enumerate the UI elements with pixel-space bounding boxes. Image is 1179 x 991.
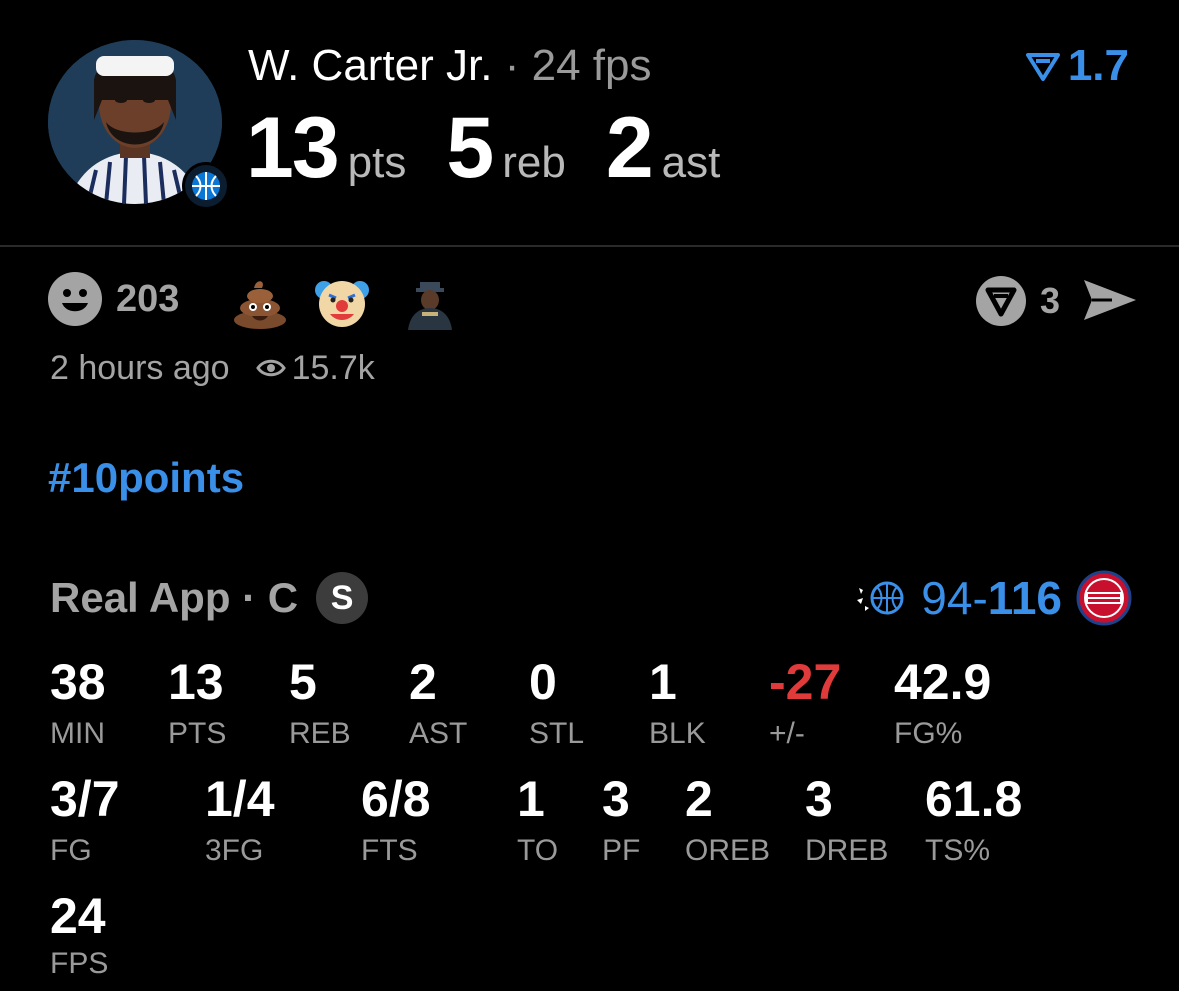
- player-fps: 24 fps: [531, 41, 652, 90]
- stat-plus-minus-value: -27: [769, 654, 842, 710]
- pistons-logo-icon: [1076, 570, 1132, 626]
- rating-icon: [1025, 53, 1060, 81]
- stat-fg-pct-label: FG%: [894, 717, 963, 750]
- stat-oreb: 2 OREB: [685, 771, 770, 869]
- stat-reb-label: REB: [289, 717, 351, 750]
- source-label: Real App · C S: [50, 570, 369, 626]
- post-time: 2 hours ago: [50, 348, 230, 387]
- stat-min-value: 38: [50, 654, 106, 710]
- stat-fts: 6/8 FTS: [361, 771, 431, 869]
- stat-pts-label: PTS: [168, 717, 227, 750]
- stat-fts-value: 6/8: [361, 771, 431, 827]
- title-separator: ·: [504, 41, 520, 90]
- stat-oreb-label: OREB: [685, 834, 771, 867]
- stat-stl: 0 STL: [529, 654, 584, 752]
- post-meta: 2 hours ago 15.7k: [50, 346, 375, 390]
- game-info: Real App · C S 94- 116: [48, 570, 1132, 626]
- stat-fg-label: FG: [50, 834, 92, 867]
- stat-3fg-label: 3FG: [205, 834, 264, 867]
- stat-pts-value: 13: [168, 654, 224, 710]
- headline-reb-label: reb: [502, 138, 566, 187]
- stat-to-label: TO: [517, 834, 559, 867]
- comments-button[interactable]: 3: [974, 274, 1060, 328]
- stats-row-3: 24 FPS: [0, 888, 1179, 988]
- stat-fg-pct-value: 42.9: [894, 654, 992, 710]
- score-away: 94-: [921, 572, 988, 624]
- stat-3fg: 1/4 3FG: [205, 771, 275, 869]
- hashtag-link[interactable]: #10points: [48, 450, 244, 506]
- stat-pts: 13 PTS: [168, 654, 226, 752]
- stat-pf: 3 PF: [602, 771, 640, 869]
- stat-oreb-value: 2: [685, 771, 713, 827]
- stat-to-value: 1: [517, 771, 545, 827]
- reaction-count: 203: [116, 278, 180, 320]
- player-name[interactable]: W. Carter Jr.: [248, 41, 492, 90]
- stat-fps-value: 24: [50, 888, 106, 944]
- headline-ast-value: 2: [605, 100, 654, 196]
- poop-emoji-reaction[interactable]: [232, 274, 288, 330]
- stat-stl-value: 0: [529, 654, 557, 710]
- headline-reb-value: 5: [446, 100, 494, 196]
- stat-ast-label: AST: [409, 717, 468, 750]
- header-divider: [0, 245, 1179, 247]
- source-text: Real App · C: [50, 574, 299, 621]
- stat-fps-label: FPS: [50, 947, 109, 980]
- headline-pts-label: pts: [347, 138, 407, 187]
- stat-blk-value: 1: [649, 654, 677, 710]
- magic-logo-icon: [855, 578, 907, 618]
- stat-fts-label: FTS: [361, 834, 418, 867]
- stat-blk: 1 BLK: [649, 654, 706, 752]
- stat-fg: 3/7 FG: [50, 771, 120, 869]
- stat-blk-label: BLK: [649, 717, 706, 750]
- position-badge: S: [316, 572, 369, 624]
- stat-3fg-value: 1/4: [205, 771, 275, 827]
- view-count: 15.7k: [291, 348, 375, 387]
- stat-min-label: MIN: [50, 717, 105, 750]
- clown-emoji-reaction[interactable]: [314, 274, 370, 330]
- add-reaction-smiley-icon[interactable]: [48, 272, 102, 326]
- stat-fps: 24 FPS: [50, 888, 108, 982]
- player-header: W. Carter Jr. · 24 fps 13 pts 5 reb 2 as…: [0, 0, 1179, 246]
- eye-icon: [255, 357, 286, 379]
- stat-to: 1 TO: [517, 771, 558, 869]
- sticker-reaction[interactable]: [402, 274, 458, 330]
- stat-ast-value: 2: [409, 654, 437, 710]
- stat-ts-pct-value: 61.8: [925, 771, 1023, 827]
- stat-fg-pct: 42.9 FG%: [894, 654, 991, 752]
- stat-ts-pct-label: TS%: [925, 834, 991, 867]
- score-home: 116: [987, 572, 1062, 624]
- headline-pts-value: 13: [246, 100, 340, 196]
- stat-reb-value: 5: [289, 654, 317, 710]
- stat-dreb: 3 DREB: [805, 771, 888, 869]
- share-button[interactable]: [1082, 276, 1138, 329]
- player-title: W. Carter Jr. · 24 fps: [248, 40, 651, 92]
- stats-row-2: 3/7 FG 1/4 3FG 6/8 FTS 1 TO 3 PF 2 OREB …: [0, 771, 1179, 871]
- reaction-bar: 203 3: [48, 270, 1138, 330]
- headline-stats: 13 pts 5 reb 2 ast: [246, 100, 760, 196]
- comment-count: 3: [1039, 280, 1060, 321]
- stat-fg-value: 3/7: [50, 771, 120, 827]
- headline-ast-label: ast: [661, 138, 721, 187]
- stat-pf-value: 3: [602, 771, 630, 827]
- stat-ts-pct: 61.8 TS%: [925, 771, 1022, 869]
- stat-pf-label: PF: [602, 834, 641, 867]
- stat-dreb-label: DREB: [805, 834, 889, 867]
- stat-min: 38 MIN: [50, 654, 106, 752]
- stats-row-1: 38 MIN 13 PTS 5 REB 2 AST 0 STL 1 BLK -2…: [0, 654, 1179, 754]
- rating-value: 1.7: [1067, 41, 1129, 90]
- magic-team-logo-icon: [182, 162, 230, 210]
- stat-ast: 2 AST: [409, 654, 467, 752]
- stat-stl-label: STL: [529, 717, 585, 750]
- stat-plus-minus: -27 +/-: [769, 654, 841, 752]
- rating-badge[interactable]: 1.7: [1025, 40, 1129, 92]
- stat-reb: 5 REB: [289, 654, 351, 752]
- send-icon: [1084, 280, 1136, 320]
- stat-plus-minus-label: +/-: [769, 717, 805, 750]
- comment-bubble-icon: [975, 276, 1026, 326]
- game-score[interactable]: 94- 116: [855, 570, 1132, 626]
- stat-dreb-value: 3: [805, 771, 833, 827]
